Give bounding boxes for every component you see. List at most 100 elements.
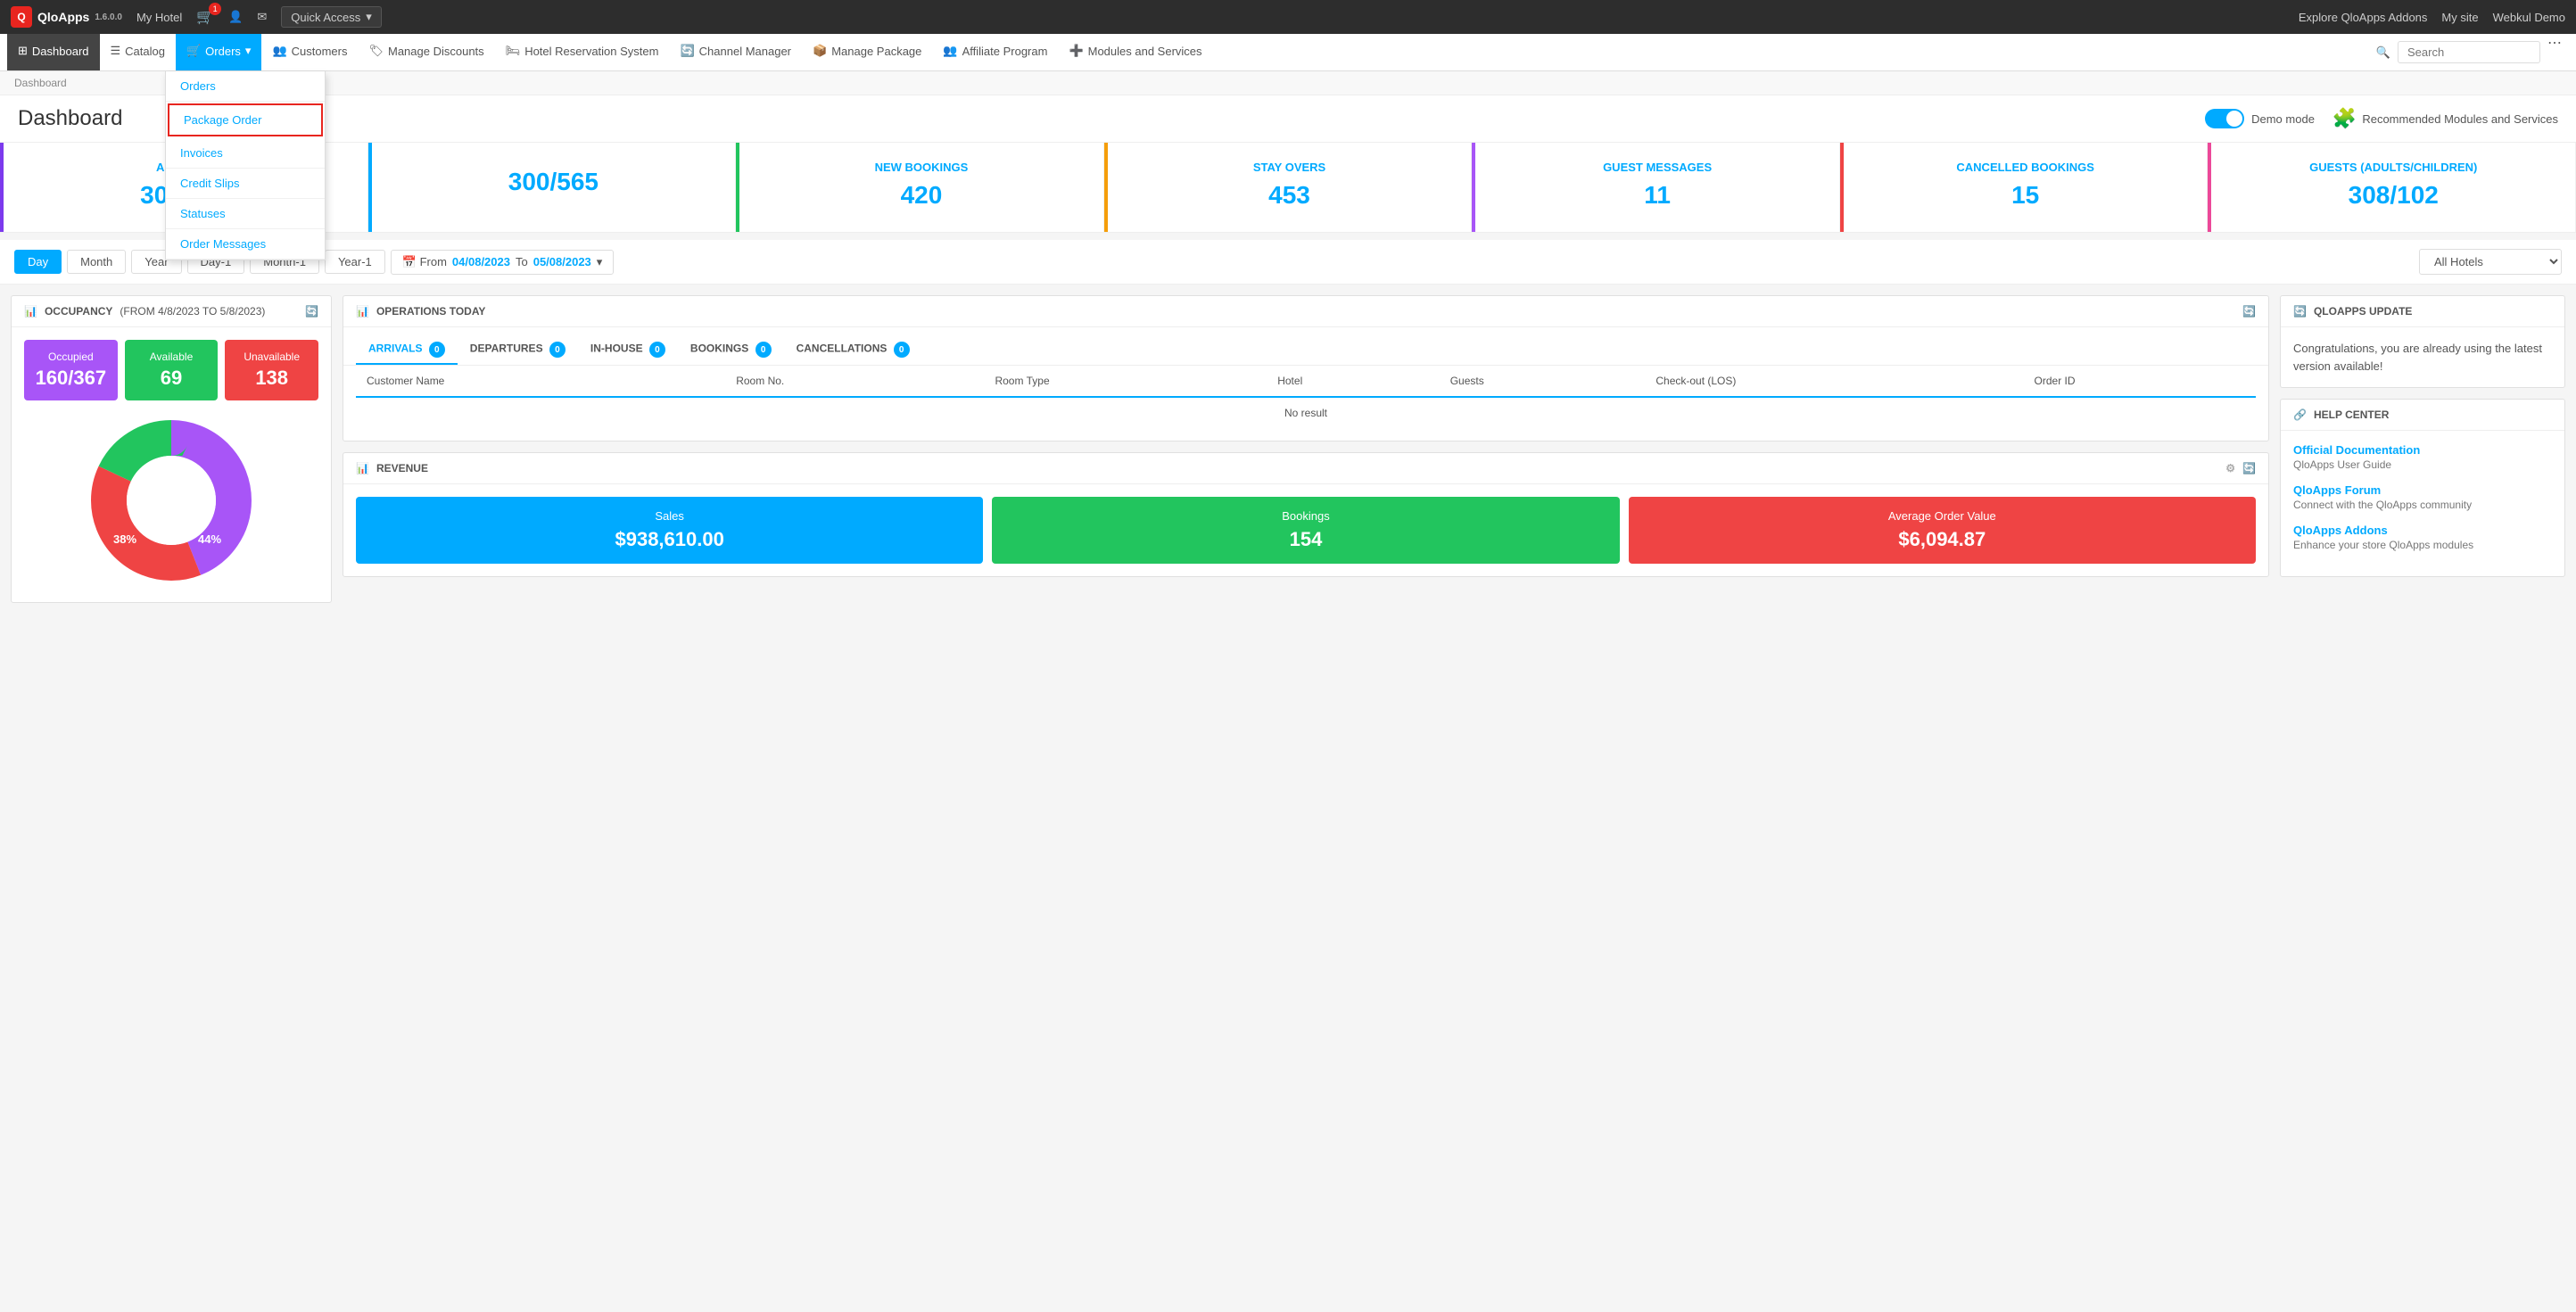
user-icon[interactable]: 👤 [228, 10, 243, 24]
update-card-header: 🔄 QLOAPPS UPDATE [2281, 296, 2564, 327]
stat-guests-value: 308/102 [2349, 181, 2439, 210]
stat-unknown-value: 300/565 [508, 168, 599, 196]
nav-channel-manager[interactable]: 🔄 Channel Manager [669, 34, 802, 70]
stat-guests-label: Guests (Adults/Children) [2309, 161, 2477, 174]
help-item-forum: QloApps Forum Connect with the QloApps c… [2293, 483, 2552, 511]
avg-value: $6,094.87 [1641, 528, 2243, 551]
revenue-gear-icon[interactable]: ⚙ [2225, 462, 2235, 474]
dropdown-statuses[interactable]: Statuses [166, 199, 325, 229]
filter-year1-button[interactable]: Year-1 [325, 250, 385, 274]
stat-cancelled[interactable]: Cancelled Bookings 15 [1840, 143, 2209, 232]
my-site-link[interactable]: My site [2441, 11, 2478, 24]
filter-day-button[interactable]: Day [14, 250, 62, 274]
ops-chart-icon: 📊 [356, 305, 369, 318]
sales-label: Sales [368, 509, 970, 523]
unavailable-label: Unavailable [244, 351, 300, 363]
docs-link[interactable]: Official Documentation [2293, 443, 2552, 457]
arrivals-badge: 0 [429, 342, 445, 358]
filter-bar: Day Month Year Day-1 Month-1 Year-1 📅 Fr… [0, 240, 2576, 285]
occupied-box: Occupied 160/367 [24, 340, 118, 400]
nav-affiliate-program[interactable]: 👥 Affiliate Program [932, 34, 1058, 70]
help-center-header: 🔗 HELP CENTER [2281, 400, 2564, 431]
operations-card: 📊 OPERATIONS TODAY 🔄 ARRIVALS 0 DEPARTUR… [343, 295, 2269, 441]
date-range-picker[interactable]: 📅 From 04/08/2023 To 05/08/2023 ▾ [391, 250, 615, 275]
nav-catalog[interactable]: ☰ Catalog [100, 34, 176, 70]
col-customer-name: Customer Name [356, 366, 725, 397]
nav-dashboard[interactable]: ⊞ Dashboard [7, 34, 100, 70]
filter-month-button[interactable]: Month [67, 250, 126, 274]
dropdown-invoices[interactable]: Invoices [166, 138, 325, 169]
tab-bookings[interactable]: BOOKINGS 0 [678, 336, 784, 365]
help-item-addons: QloApps Addons Enhance your store QloApp… [2293, 524, 2552, 551]
bookings-badge: 0 [755, 342, 772, 358]
stat-guest-messages[interactable]: Guest Messages 11 [1472, 143, 1840, 232]
operations-refresh-icon[interactable]: 🔄 [2242, 305, 2256, 318]
occupancy-title: OCCUPANCY [45, 305, 112, 318]
stat-new-bookings[interactable]: New Bookings 420 [736, 143, 1104, 232]
stat-stay-overs[interactable]: Stay Overs 453 [1104, 143, 1473, 232]
help-center-card: 🔗 HELP CENTER Official Documentation Qlo… [2280, 399, 2565, 577]
help-icon: 🔗 [2293, 408, 2307, 421]
nav-orders[interactable]: 🛒 Orders ▾ [176, 34, 261, 70]
addons-link[interactable]: QloApps Addons [2293, 524, 2552, 537]
stat-unknown[interactable]: 300/565 [368, 143, 737, 232]
hotel-select[interactable]: All Hotels [2419, 249, 2562, 275]
nav-manage-discounts[interactable]: 🏷 Manage Discounts [358, 34, 494, 70]
help-center-title: HELP CENTER [2314, 408, 2389, 421]
occupancy-card-header: 📊 OCCUPANCY (FROM 4/8/2023 TO 5/8/2023) … [12, 296, 331, 327]
mail-icon[interactable]: ✉ [257, 10, 267, 24]
explore-addons-link[interactable]: Explore QloApps Addons [2299, 11, 2428, 24]
tab-arrivals[interactable]: ARRIVALS 0 [356, 336, 458, 365]
inhouse-badge: 0 [649, 342, 665, 358]
main-content: 📊 OCCUPANCY (FROM 4/8/2023 TO 5/8/2023) … [0, 285, 2576, 614]
dropdown-package-order[interactable]: Package Order [168, 103, 323, 136]
toggle-switch[interactable] [2205, 109, 2244, 128]
update-title: QLOAPPS UPDATE [2314, 305, 2412, 318]
quick-access-button[interactable]: Quick Access ▾ [281, 6, 382, 28]
occupied-value: 160/367 [36, 367, 107, 390]
revenue-refresh-icon[interactable]: 🔄 [2242, 462, 2256, 474]
col-room-type: Room Type [984, 366, 1267, 397]
dropdown-order-messages[interactable]: Order Messages [166, 229, 325, 260]
nav-more-button[interactable]: ⋯ [2540, 34, 2569, 70]
avg-label: Average Order Value [1641, 509, 2243, 523]
addons-desc: Enhance your store QloApps modules [2293, 539, 2552, 551]
nav-manage-package[interactable]: 📦 Manage Package [802, 34, 932, 70]
tab-departures[interactable]: DEPARTURES 0 [458, 336, 578, 365]
donut-svg: 38% 44% [82, 411, 260, 590]
occupancy-refresh-icon[interactable]: 🔄 [305, 305, 318, 318]
cancellations-badge: 0 [894, 342, 910, 358]
revenue-bookings-card: Bookings 154 [992, 497, 1619, 564]
search-input[interactable] [2398, 41, 2540, 63]
forum-desc: Connect with the QloApps community [2293, 499, 2552, 511]
revenue-card: 📊 REVENUE ⚙ 🔄 Sales $938,610.00 Bookings… [343, 452, 2269, 577]
stats-row: Arrivals 304/423 300/565 New Bookings 42… [0, 143, 2576, 233]
left-column: 📊 OCCUPANCY (FROM 4/8/2023 TO 5/8/2023) … [11, 295, 332, 603]
stat-cancelled-value: 15 [2011, 181, 2039, 210]
col-room-no: Room No. [725, 366, 984, 397]
dropdown-orders[interactable]: Orders [166, 71, 325, 102]
nav-modules-services[interactable]: ➕ Modules and Services [1058, 34, 1212, 70]
header-right: Demo mode 🧩 Recommended Modules and Serv… [2205, 107, 2558, 130]
search-icon: 🔍 [2376, 45, 2390, 60]
recommended-modules-button[interactable]: 🧩 Recommended Modules and Services [2332, 107, 2558, 130]
tab-cancellations[interactable]: CANCELLATIONS 0 [784, 336, 922, 365]
nav-customers[interactable]: 👥 Customers [261, 34, 358, 70]
forum-link[interactable]: QloApps Forum [2293, 483, 2552, 497]
help-center-body: Official Documentation QloApps User Guid… [2281, 431, 2564, 576]
revenue-cards: Sales $938,610.00 Bookings 154 Average O… [343, 484, 2268, 576]
puzzle-icon: 🧩 [2332, 107, 2357, 130]
demo-mode-toggle[interactable]: Demo mode [2205, 109, 2315, 128]
cart-icon[interactable]: 🛒 1 [196, 8, 214, 26]
logo: Q QloApps 1.6.0.0 [11, 6, 122, 28]
stat-guests[interactable]: Guests (Adults/Children) 308/102 [2208, 143, 2576, 232]
webkul-demo-link[interactable]: Webkul Demo [2493, 11, 2565, 24]
operations-table-wrapper: Customer Name Room No. Room Type Hotel G… [343, 366, 2268, 441]
dropdown-credit-slips[interactable]: Credit Slips [166, 169, 325, 199]
unavailable-box: Unavailable 138 [225, 340, 318, 400]
tab-inhouse[interactable]: IN-HOUSE 0 [578, 336, 678, 365]
donut-chart: 38% 44% [24, 411, 318, 590]
docs-desc: QloApps User Guide [2293, 458, 2552, 471]
operations-card-header: 📊 OPERATIONS TODAY 🔄 [343, 296, 2268, 327]
nav-hotel-reservation[interactable]: 🛏 Hotel Reservation System [495, 34, 670, 70]
